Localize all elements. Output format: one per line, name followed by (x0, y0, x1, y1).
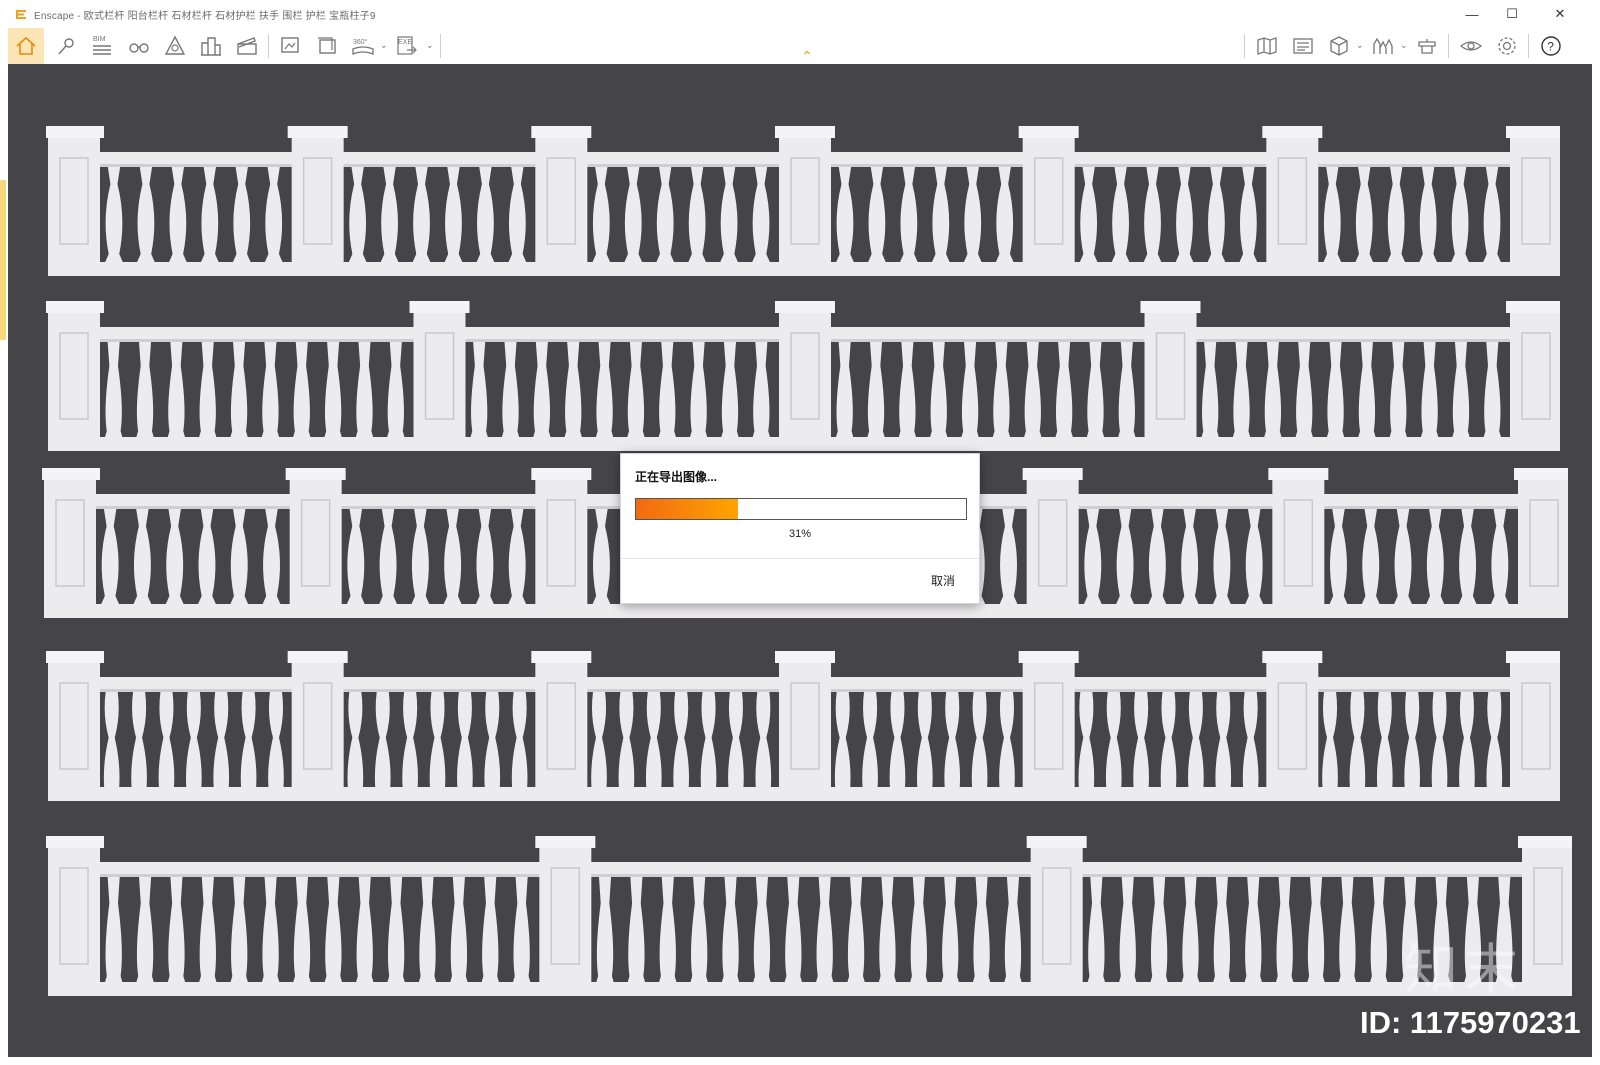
clapper-icon (237, 37, 257, 55)
triangle-icon (164, 35, 186, 55)
buildings-button[interactable] (196, 31, 226, 61)
export-progress-dialog: 正在导出图像... 31% 取消 (620, 453, 980, 604)
map-pin-icon (58, 38, 74, 55)
panorama-button[interactable]: 360° (348, 31, 378, 61)
asset-library-icon (1418, 39, 1436, 54)
cancel-button[interactable]: 取消 (931, 572, 955, 589)
svg-text:EXE: EXE (398, 39, 412, 46)
toolbar-separator (1244, 34, 1245, 58)
map-icon (1257, 37, 1277, 55)
balustrade-render (46, 651, 1560, 801)
cube-icon (1330, 36, 1348, 56)
batch-render-icon (318, 37, 336, 54)
map-button[interactable] (1252, 31, 1282, 61)
dialog-title: 正在导出图像... (635, 470, 718, 484)
skyline-button[interactable] (1368, 31, 1398, 61)
app-window: Enscape - 欧式栏杆 阳台栏杆 石材栏杆 石材护栏 扶手 围栏 护栏 宝… (0, 0, 1600, 1065)
help-icon: ? (1541, 36, 1561, 56)
bim-list-icon: BIM (93, 36, 111, 55)
help-button[interactable]: ? (1536, 31, 1566, 61)
toolbar-separator (440, 34, 441, 58)
svg-text:360°: 360° (353, 38, 368, 46)
watermark-id: ID: 1175970231 (1360, 1005, 1581, 1040)
panorama-dropdown-caret[interactable]: ⌄ (380, 40, 388, 51)
progress-bar-fill (636, 499, 739, 519)
screenshot-button[interactable] (276, 31, 306, 61)
maximize-button[interactable]: ☐ (1492, 0, 1532, 28)
exe-export-button[interactable]: EXE (392, 31, 422, 61)
balustrade-render (46, 126, 1560, 276)
balustrade-row-5 (46, 834, 1572, 1004)
binoculars-button[interactable] (124, 31, 154, 61)
balustrade-render (46, 836, 1572, 996)
dialog-divider (621, 558, 979, 559)
balustrade-row-4 (46, 649, 1560, 809)
side-panel-edge (0, 180, 6, 340)
title-bar: Enscape - 欧式栏杆 阳台栏杆 石材栏杆 石材护栏 扶手 围栏 护栏 宝… (8, 0, 1592, 28)
panorama-icon: 360° (352, 38, 374, 55)
toolbar: BIM 360° ⌄ EXE ⌄ ⌃ ⌄ ⌄ ? (8, 28, 1592, 65)
minimize-button[interactable]: — (1452, 0, 1492, 28)
render-settings-button[interactable] (1288, 31, 1318, 61)
home-icon (16, 36, 36, 55)
balustrade-render (46, 301, 1560, 451)
window-title: Enscape - 欧式栏杆 阳台栏杆 石材栏杆 石材护栏 扶手 围栏 护栏 宝… (34, 10, 376, 22)
triangle-button[interactable] (160, 31, 190, 61)
exe-export-icon: EXE (397, 36, 417, 55)
render-settings-icon (1293, 38, 1313, 54)
balustrade-row-2 (46, 299, 1560, 459)
visibility-button[interactable] (1456, 31, 1486, 61)
watermark-logo: 知末 (1404, 938, 1524, 1001)
close-button[interactable]: ✕ (1540, 0, 1580, 28)
asset-library-button[interactable] (1412, 31, 1442, 61)
home-button[interactable] (8, 28, 44, 64)
buildings-icon (201, 37, 221, 56)
binoculars-icon (129, 43, 149, 53)
screenshot-icon (281, 37, 299, 53)
eye-icon (1459, 41, 1483, 51)
batch-render-button[interactable] (312, 31, 342, 61)
export-dropdown-caret[interactable]: ⌄ (426, 40, 434, 51)
skyline-icon (1373, 37, 1393, 54)
svg-text:?: ? (1547, 40, 1554, 54)
skyline-dropdown-caret[interactable]: ⌄ (1400, 40, 1408, 51)
map-pin-button[interactable] (52, 31, 82, 61)
clapper-button[interactable] (232, 31, 262, 61)
toolbar-separator (1448, 34, 1449, 58)
collapse-toolbar-icon[interactable]: ⌃ (799, 49, 815, 63)
gear-icon (1498, 37, 1516, 55)
bim-button[interactable]: BIM (88, 31, 118, 61)
svg-text:BIM: BIM (93, 36, 106, 43)
settings-button[interactable] (1492, 31, 1522, 61)
cube-button[interactable] (1324, 31, 1354, 61)
toolbar-separator (268, 34, 269, 58)
progress-percent: 31% (788, 528, 812, 540)
progress-bar (635, 498, 967, 520)
enscape-logo-icon (16, 10, 26, 19)
balustrade-row-1 (46, 124, 1560, 284)
cube-dropdown-caret[interactable]: ⌄ (1356, 40, 1364, 51)
toolbar-separator (1528, 34, 1529, 58)
